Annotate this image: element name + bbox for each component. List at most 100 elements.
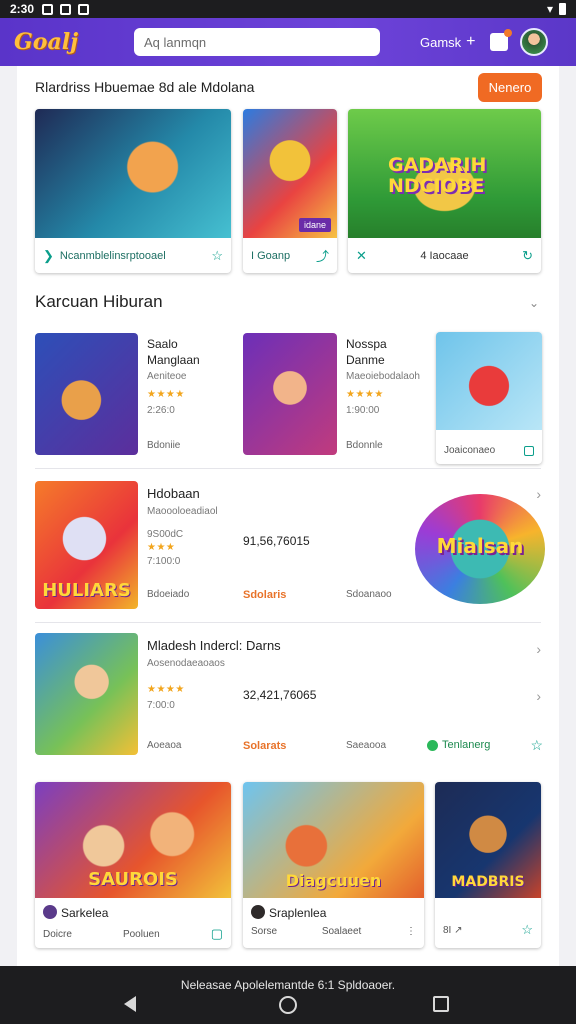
divider xyxy=(35,622,541,623)
game-card[interactable]: Diagcuuen Sraplenlea Sorse Soalaeet ⋮ xyxy=(243,782,424,948)
battery-icon xyxy=(559,3,566,15)
game-title[interactable]: Mladesh Indercl: Darns xyxy=(147,638,281,654)
games-action-label: Gamsk xyxy=(420,34,462,50)
more-vert-icon[interactable]: ⋮ xyxy=(406,926,416,937)
status-bar: 2:30 ▾ xyxy=(0,0,576,18)
chevron-down-icon[interactable]: ⌄ xyxy=(529,296,539,310)
game-logo-title: Mialsan xyxy=(436,534,524,558)
game-title[interactable]: Saalo Manglaan xyxy=(147,336,200,368)
wifi-icon: ▾ xyxy=(546,2,553,16)
game-card-meta: 8I ↗ xyxy=(443,924,463,936)
games-action[interactable]: Gamsk + xyxy=(420,33,476,51)
game-price: 32,421,76065 xyxy=(243,688,317,702)
game-card[interactable]: MADBRIS 8I ↗ ☆ xyxy=(435,782,541,948)
game-stat: 7:100:0 xyxy=(147,556,181,567)
game-card[interactable]: SAUROIS Sarkelea Doicre Pooluen ▢ xyxy=(35,782,231,948)
game-card-meta: Doicre xyxy=(43,928,72,940)
game-card-art-title: MADBRIS xyxy=(451,874,525,890)
game-meta: Joaiconaeo xyxy=(444,445,496,456)
game-subtitle: Maoooloeadiaol xyxy=(147,506,218,517)
status-badge: Tenlanerg xyxy=(427,739,490,751)
game-title[interactable]: Hdobaan xyxy=(147,486,200,502)
chevron-right-icon[interactable]: › xyxy=(536,641,541,657)
recents-icon[interactable] xyxy=(433,996,449,1012)
app-bar: Goalj Gamsk + xyxy=(0,18,576,66)
game-thumbnail[interactable] xyxy=(35,633,138,755)
game-card-meta: Pooluen xyxy=(122,928,160,940)
game-meta: Bdoniie xyxy=(147,440,181,451)
game-title-line: Manglaan xyxy=(147,353,200,367)
game-card-art: Diagcuuen xyxy=(243,782,424,898)
bookmark-icon[interactable]: ▢ xyxy=(211,926,223,942)
game-title-line: Nosspa xyxy=(346,337,387,351)
share-icon[interactable]: ⤴ xyxy=(316,246,329,265)
chevron-right-icon[interactable]: › xyxy=(536,688,541,704)
avatar[interactable] xyxy=(519,28,548,56)
message-icon xyxy=(78,3,90,15)
game-meta: Saeaooa xyxy=(346,740,387,751)
game-meta: Sdoanaoo xyxy=(346,589,392,600)
game-title-line: Danme xyxy=(346,353,385,367)
notification-bell-icon[interactable] xyxy=(489,29,512,51)
bookmark-icon[interactable] xyxy=(524,445,534,456)
game-stat: 9S00dC xyxy=(147,529,184,540)
game-subtitle: Aosenodaeaoaos xyxy=(147,658,225,669)
featured-card-1[interactable]: ❯ Ncanmblelinsrptooael ☆ xyxy=(35,109,231,273)
game-count: 2:26:0 xyxy=(147,405,175,416)
plus-icon: + xyxy=(466,33,476,50)
featured-card-art: GADARIH NDCIOBE xyxy=(348,109,541,238)
rating-stars: ★★★★ xyxy=(346,389,384,400)
featured-title: Rlardriss Hbuemae 8d ale Mdolana xyxy=(35,79,255,95)
game-meta: Bdoeiado xyxy=(147,589,190,600)
search-input[interactable] xyxy=(134,28,380,56)
game-title-line: Saalo xyxy=(147,337,178,351)
featured-card-art xyxy=(35,109,231,238)
featured-card-label: 4 Iaocaae xyxy=(420,249,469,262)
avatar xyxy=(251,905,265,919)
game-subtitle: Maeoiebodalaoh xyxy=(346,371,420,382)
rating-stars: ★★★ xyxy=(147,542,176,553)
game-meta-highlight: Sdolaris xyxy=(243,589,287,601)
avatar xyxy=(43,905,57,919)
game-card-art: MADBRIS xyxy=(435,782,541,898)
game-card-art: SAUROIS xyxy=(35,782,231,898)
featured-card-label: I Goanp xyxy=(251,249,291,262)
game-card-meta: Sorse xyxy=(251,926,278,937)
featured-card-art-title: GADARIH NDCIOBE xyxy=(388,154,487,197)
rating-stars: ★★★★ xyxy=(147,684,185,695)
featured-card-badge: idane xyxy=(298,218,331,232)
notification-icon xyxy=(42,3,54,15)
game-card-art-title: SAUROIS xyxy=(88,869,178,890)
star-outline-icon[interactable]: ☆ xyxy=(211,248,223,264)
system-nav-bar: Neleasae Apolelemantde 6:1 Spldoaoer. xyxy=(0,966,576,1024)
app-logo[interactable]: Goalj xyxy=(14,29,104,55)
game-card-mini[interactable]: Joaiconaeo xyxy=(436,332,542,464)
game-thumbnail[interactable] xyxy=(243,333,337,455)
game-meta-highlight: Solarats xyxy=(243,740,287,752)
divider xyxy=(35,468,541,469)
main-content: Rlardriss Hbuemae 8d ale Mdolana Nenero … xyxy=(17,66,559,966)
game-card-name: Sarkelea xyxy=(61,906,109,920)
game-subtitle: Aeniteoe xyxy=(147,371,187,382)
close-icon[interactable]: ✕ xyxy=(356,248,367,264)
star-outline-icon[interactable]: ☆ xyxy=(530,737,543,754)
game-thumbnail[interactable] xyxy=(35,333,138,455)
status-time: 2:30 xyxy=(10,2,35,16)
featured-card-3[interactable]: GADARIH NDCIOBE ✕ 4 Iaocaae ↻ xyxy=(348,109,541,273)
game-thumbnail[interactable]: HULIARS xyxy=(35,481,138,609)
game-thumbnail xyxy=(436,332,542,430)
chevron-right-icon[interactable]: › xyxy=(536,486,541,502)
rating-stars: ★★★★ xyxy=(147,389,185,400)
back-icon[interactable] xyxy=(124,996,136,1012)
game-card-meta: Soalaeet xyxy=(321,926,362,937)
home-icon[interactable] xyxy=(279,996,297,1014)
game-title[interactable]: Nosspa Danme xyxy=(346,336,387,368)
more-button[interactable]: Nenero xyxy=(478,73,542,102)
game-count: 1:90:00 xyxy=(346,405,380,416)
chevron-right-icon: ❯ xyxy=(43,247,54,263)
featured-card-2[interactable]: idane I Goanp ⤴ xyxy=(243,109,337,273)
featured-card-label: Ncanmblelinsrptooael xyxy=(59,249,166,262)
star-outline-icon[interactable]: ☆ xyxy=(521,922,533,938)
refresh-icon[interactable]: ↻ xyxy=(522,248,533,264)
game-logo-art[interactable]: Mialsan xyxy=(415,494,545,604)
